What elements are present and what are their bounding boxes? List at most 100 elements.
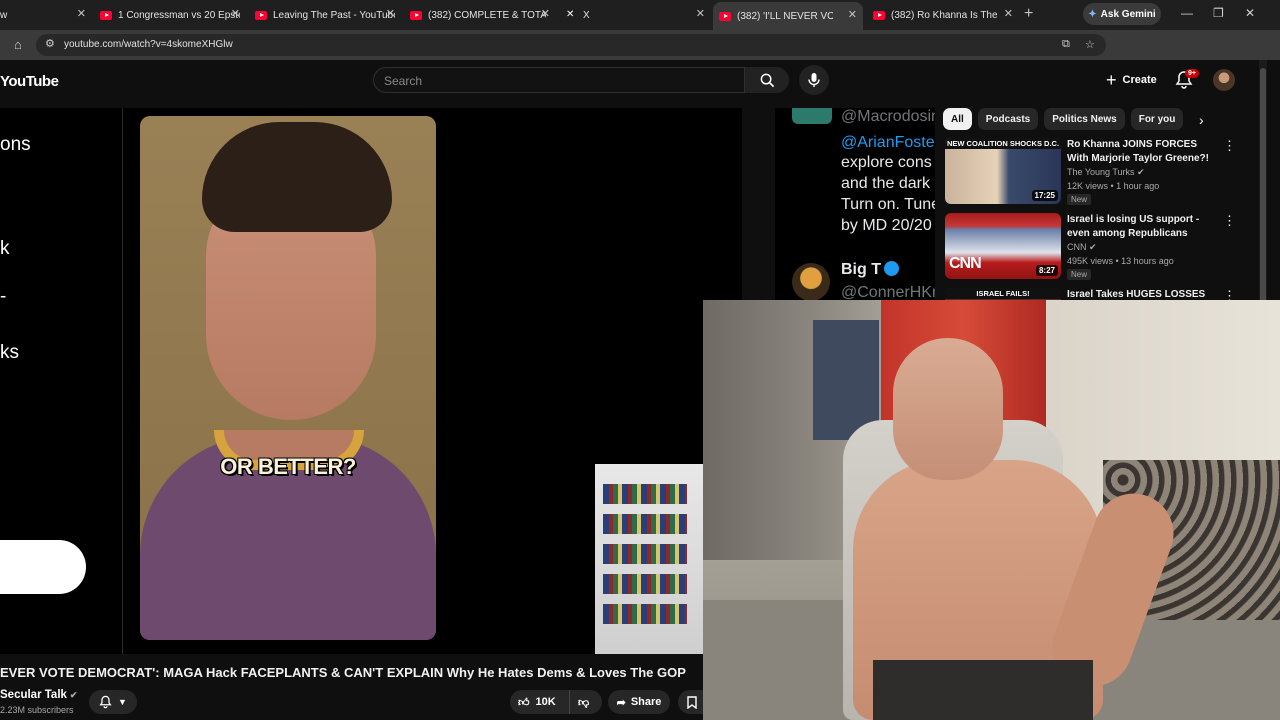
white-pill-shape bbox=[0, 540, 86, 594]
chip-politics-news[interactable]: Politics News bbox=[1044, 108, 1125, 130]
tab-2[interactable]: Leaving The Past - YouTube ✕ bbox=[255, 4, 395, 26]
video-thumbnail[interactable]: NEW COALITION SHOCKS D.C. 17:25 bbox=[945, 138, 1061, 204]
tab-5-active[interactable]: (382) 'I'LL NEVER VOTE D ✕ bbox=[713, 2, 863, 30]
subscription-bell-button[interactable]: ▼ bbox=[89, 690, 137, 714]
shelf-row bbox=[603, 604, 687, 624]
recommendation-item[interactable]: ISRAEL FAILS! Israel Takes HUGES LOSSES … bbox=[945, 288, 1251, 300]
url-text: youtube.com/watch?v=4skomeXHGlw bbox=[64, 39, 233, 50]
minimize-icon[interactable]: — bbox=[1181, 6, 1193, 20]
more-options-icon[interactable]: ⋮ bbox=[1223, 213, 1236, 229]
chip-podcasts[interactable]: Podcasts bbox=[977, 108, 1039, 130]
video-caption: OR BETTER? bbox=[220, 454, 356, 479]
ask-gemini-button[interactable]: ✦ Ask Gemini bbox=[1083, 3, 1161, 25]
share-icon: ➦ bbox=[616, 696, 626, 709]
search-icon bbox=[760, 73, 774, 87]
bell-icon bbox=[99, 695, 112, 709]
chip-for-you[interactable]: For you bbox=[1130, 108, 1184, 130]
tab-3[interactable]: (382) COMPLETE & TOTAL H ✕ bbox=[410, 4, 550, 26]
thumbnail-banner: ISRAEL FAILS! bbox=[945, 288, 1061, 299]
voice-search-button[interactable] bbox=[799, 65, 829, 95]
channel-text: CNN bbox=[1067, 242, 1087, 252]
recommendation-channel[interactable]: The Young Turks ✔ bbox=[1067, 167, 1145, 178]
more-options-icon[interactable]: ⋮ bbox=[1223, 138, 1236, 154]
recommendation-item[interactable]: CNN 8:27 Israel is losing US support - e… bbox=[945, 213, 1251, 281]
home-icon[interactable]: ⌂ bbox=[14, 37, 22, 52]
new-tab-button[interactable]: + bbox=[1024, 5, 1033, 23]
site-info-icon[interactable]: ⚙ bbox=[45, 37, 55, 50]
close-icon[interactable]: ✕ bbox=[77, 7, 86, 20]
youtube-header: YouTube Search + Create 9+ bbox=[0, 60, 1280, 108]
tab-4[interactable]: X ✕ bbox=[565, 4, 705, 26]
close-icon[interactable]: ✕ bbox=[1004, 7, 1013, 20]
verified-icon: ✔ bbox=[1137, 167, 1145, 177]
channel-text: The Young Turks bbox=[1067, 167, 1135, 177]
scrollbar-thumb[interactable] bbox=[1260, 68, 1266, 318]
recommendation-title[interactable]: Ro Khanna JOINS FORCES With Marjorie Tay… bbox=[1067, 138, 1215, 166]
cut-off-text: ons bbox=[0, 134, 31, 155]
tab-0[interactable]: w ✕ bbox=[0, 4, 86, 26]
divider bbox=[122, 108, 123, 654]
account-avatar[interactable] bbox=[1213, 69, 1235, 91]
close-icon[interactable]: ✕ bbox=[231, 7, 240, 20]
subscriber-count: 2.23M subscribers bbox=[0, 705, 74, 715]
recommendation-item[interactable]: NEW COALITION SHOCKS D.C. 17:25 Ro Khann… bbox=[945, 138, 1251, 206]
like-dislike-group: 👍︎ 10K 👎︎ bbox=[510, 690, 602, 714]
create-label: Create bbox=[1122, 74, 1157, 86]
recommendation-title[interactable]: Israel is losing US support - even among… bbox=[1067, 213, 1215, 241]
recommendation-channel[interactable]: CNN ✔ bbox=[1067, 242, 1097, 253]
plus-icon: + bbox=[1106, 70, 1117, 90]
thumbnail-banner: NEW COALITION SHOCKS D.C. bbox=[945, 138, 1061, 149]
window-close-icon[interactable]: ✕ bbox=[1245, 6, 1255, 20]
search-input[interactable]: Search bbox=[373, 67, 745, 93]
recommendation-title[interactable]: Israel Takes HUGES LOSSES bbox=[1067, 288, 1215, 300]
youtube-icon bbox=[410, 10, 422, 20]
recommendation-meta: 495K views • 13 hours ago bbox=[1067, 256, 1174, 266]
install-app-icon[interactable]: ⧉ bbox=[1062, 38, 1070, 51]
tweet-mention: @ArianFoster bbox=[841, 134, 935, 151]
tab-title: w bbox=[0, 9, 8, 21]
like-button[interactable]: 👍︎ 10K bbox=[510, 690, 570, 714]
cut-off-text: ks bbox=[0, 342, 19, 363]
close-icon[interactable]: ✕ bbox=[696, 7, 705, 20]
thumbs-up-icon: 👍︎ bbox=[518, 696, 530, 709]
maximize-icon[interactable]: ❐ bbox=[1213, 6, 1224, 20]
tab-1[interactable]: 1 Congressman vs 20 Epstein ✕ bbox=[100, 4, 240, 26]
chevron-right-icon[interactable]: › bbox=[1199, 112, 1204, 128]
shelf-row bbox=[603, 514, 687, 534]
x-icon bbox=[565, 9, 577, 20]
tab-6[interactable]: (382) Ro Khanna Is The TRU ✕ bbox=[873, 4, 1013, 26]
tweet-avatar bbox=[792, 108, 832, 124]
gemini-icon: ✦ bbox=[1088, 8, 1097, 20]
tweet-avatar bbox=[792, 263, 830, 300]
channel-name[interactable]: Secular Talk ✔ bbox=[0, 689, 77, 701]
tweet-text-line: Turn on. Tune bbox=[841, 196, 935, 213]
like-count: 10K bbox=[535, 696, 556, 708]
microphone-icon bbox=[808, 73, 820, 87]
video-thumbnail[interactable]: CNN 8:27 bbox=[945, 213, 1061, 279]
share-button[interactable]: ➦ Share bbox=[608, 690, 670, 714]
tweet-text-line: by MD 20/20 bbox=[841, 217, 932, 234]
youtube-logo[interactable]: YouTube bbox=[0, 73, 59, 90]
bookmark-star-icon[interactable]: ☆ bbox=[1085, 38, 1095, 51]
new-badge: New bbox=[1067, 269, 1092, 280]
dislike-button[interactable]: 👎︎ bbox=[570, 696, 589, 709]
verified-icon: ✔ bbox=[1089, 242, 1097, 252]
tab-title: 1 Congressman vs 20 Epstein bbox=[118, 9, 240, 21]
video-player[interactable]: ons k - ks OR BETTER? bbox=[0, 108, 742, 654]
youtube-icon bbox=[100, 10, 112, 20]
chip-all[interactable]: All bbox=[943, 108, 972, 130]
embedded-tweet: @Macrodosin @ArianFoster explore cons an… bbox=[775, 108, 935, 300]
create-button[interactable]: + Create bbox=[1100, 67, 1163, 93]
video-thumbnail[interactable]: ISRAEL FAILS! bbox=[945, 288, 1061, 300]
close-icon[interactable]: ✕ bbox=[541, 7, 550, 20]
search-button[interactable] bbox=[745, 67, 789, 93]
close-icon[interactable]: ✕ bbox=[386, 7, 395, 20]
verified-icon: ✔ bbox=[69, 690, 78, 700]
address-bar[interactable]: ⚙ youtube.com/watch?v=4skomeXHGlw ⧉ ☆ bbox=[36, 34, 1106, 56]
save-button[interactable] bbox=[678, 690, 706, 714]
channel-name-text: Secular Talk bbox=[0, 689, 67, 701]
tweet-author-name: Big T bbox=[841, 261, 899, 279]
more-options-icon[interactable]: ⋮ bbox=[1223, 288, 1236, 300]
close-icon[interactable]: ✕ bbox=[848, 8, 857, 21]
tab-title: (382) COMPLETE & TOTAL H bbox=[428, 9, 546, 21]
